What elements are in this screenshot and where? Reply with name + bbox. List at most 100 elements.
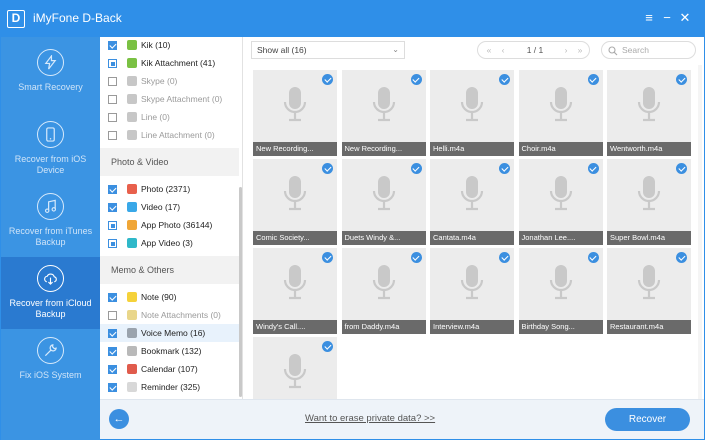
sidebar-item-icloud-backup[interactable]: Recover from iCloud Backup xyxy=(1,257,100,329)
tile-checkbox[interactable] xyxy=(499,163,510,174)
category-label: Reminder (325) xyxy=(141,382,201,392)
voice-memo-tile[interactable]: New Recording... xyxy=(341,70,426,156)
filter-dropdown[interactable]: Show all (16) ⌄ xyxy=(251,41,405,59)
tile-checkbox[interactable] xyxy=(676,163,687,174)
last-page-icon[interactable]: » xyxy=(574,42,586,58)
tile-filename: Cantata.m4a xyxy=(430,231,514,245)
category-row[interactable]: App Video (3) xyxy=(100,234,240,252)
category-row[interactable]: Voice Memo (16) xyxy=(100,324,240,342)
voice-memo-tile[interactable]: from Daddy.m4a xyxy=(341,248,426,334)
voice-memo-tile[interactable]: Super Bowl.m4a xyxy=(607,159,691,245)
tile-checkbox[interactable] xyxy=(499,74,510,85)
category-row[interactable]: Note (90) xyxy=(100,288,240,306)
category-row[interactable]: Bookmark (132) xyxy=(100,342,240,360)
category-icon xyxy=(127,130,137,140)
tile-checkbox[interactable] xyxy=(587,163,599,174)
voice-memo-tile[interactable]: Windy's Call.... xyxy=(253,248,337,334)
category-row[interactable]: Line Attachment (0) xyxy=(100,126,240,144)
voice-memo-tile[interactable]: Comic Society... xyxy=(253,159,337,245)
tile-checkbox[interactable] xyxy=(587,74,599,85)
category-checkbox[interactable] xyxy=(108,113,117,122)
voice-memo-tile[interactable]: New Recording... xyxy=(253,70,337,156)
category-label: Line (0) xyxy=(141,112,170,122)
sidebar-item-itunes-backup[interactable]: Recover from iTunes Backup xyxy=(1,185,100,257)
voice-memo-tile[interactable]: Cantata.m4a xyxy=(430,159,514,245)
category-row[interactable]: Skype (0) xyxy=(100,72,240,90)
voice-memo-tile[interactable]: Wentworth.m4a xyxy=(607,70,691,156)
category-icon xyxy=(127,364,137,374)
category-checkbox[interactable] xyxy=(108,185,117,194)
tile-checkbox[interactable] xyxy=(587,252,599,263)
category-scrollbar[interactable] xyxy=(239,187,242,397)
voice-memo-tile[interactable]: Jonathan Lee.... xyxy=(518,159,603,245)
category-icon xyxy=(127,112,137,122)
grid-scrollbar[interactable] xyxy=(698,65,702,399)
category-row[interactable]: Kik Attachment (41) xyxy=(100,54,240,72)
category-checkbox[interactable] xyxy=(108,329,117,338)
sidebar-item-smart-recovery[interactable]: Smart Recovery xyxy=(1,41,100,113)
category-label: App Video (3) xyxy=(141,238,193,248)
microphone-icon xyxy=(549,175,573,218)
erase-data-link[interactable]: Want to erase private data? >> xyxy=(305,413,435,424)
tile-checkbox[interactable] xyxy=(322,163,333,174)
menu-icon[interactable]: ≡ xyxy=(641,9,657,27)
category-icon xyxy=(127,382,137,392)
voice-memo-tile[interactable] xyxy=(253,337,337,399)
category-icon xyxy=(127,238,137,248)
tile-checkbox[interactable] xyxy=(410,74,422,85)
category-row[interactable]: App Photo (36144) xyxy=(100,216,240,234)
voice-memo-tile[interactable]: Helli.m4a xyxy=(430,70,514,156)
category-checkbox[interactable] xyxy=(108,347,117,356)
tile-checkbox[interactable] xyxy=(676,74,687,85)
tile-filename: Helli.m4a xyxy=(430,142,514,156)
first-page-icon[interactable]: « xyxy=(483,42,495,58)
prev-page-icon[interactable]: ‹ xyxy=(497,42,509,58)
category-row[interactable]: Reminder (325) xyxy=(100,378,240,396)
sidebar-item-fix-ios[interactable]: Fix iOS System xyxy=(1,329,100,401)
category-checkbox[interactable] xyxy=(108,293,117,302)
category-checkbox[interactable] xyxy=(108,203,117,212)
category-checkbox[interactable] xyxy=(108,131,117,140)
tile-checkbox[interactable] xyxy=(676,252,687,263)
voice-memo-tile[interactable]: Choir.m4a xyxy=(518,70,603,156)
back-button[interactable]: ← xyxy=(109,409,129,429)
category-row[interactable]: Note Attachments (0) xyxy=(100,306,240,324)
category-checkbox[interactable] xyxy=(108,239,117,248)
microphone-icon xyxy=(372,264,396,307)
tile-checkbox[interactable] xyxy=(499,252,510,263)
voice-memo-tile[interactable]: Birthday Song... xyxy=(518,248,603,334)
tile-checkbox[interactable] xyxy=(322,252,333,263)
category-row[interactable]: Line (0) xyxy=(100,108,240,126)
next-page-icon[interactable]: › xyxy=(560,42,572,58)
voice-memo-tile[interactable]: Interview.m4a xyxy=(430,248,514,334)
category-checkbox[interactable] xyxy=(108,311,117,320)
category-checkbox[interactable] xyxy=(108,383,117,392)
category-row[interactable]: Calendar (107) xyxy=(100,360,240,378)
tile-filename: Jonathan Lee.... xyxy=(518,231,603,245)
sidebar-item-ios-device[interactable]: Recover from iOS Device xyxy=(1,113,100,185)
category-row[interactable]: Photo (2371) xyxy=(100,180,240,198)
category-row[interactable]: Kik (10) xyxy=(100,37,240,54)
search-input[interactable]: Search xyxy=(601,41,696,59)
voice-memo-tile[interactable]: Restaurant.m4a xyxy=(607,248,691,334)
microphone-icon xyxy=(637,264,661,307)
tile-checkbox[interactable] xyxy=(322,341,333,352)
category-checkbox[interactable] xyxy=(108,95,117,104)
tile-checkbox[interactable] xyxy=(410,252,422,263)
category-checkbox[interactable] xyxy=(108,365,117,374)
tile-checkbox[interactable] xyxy=(322,74,333,85)
recover-button[interactable]: Recover xyxy=(605,408,690,431)
voice-memo-tile[interactable]: Duets Windy &... xyxy=(341,159,426,245)
close-button[interactable]: ✕ xyxy=(677,9,693,27)
microphone-icon xyxy=(460,175,484,218)
category-checkbox[interactable] xyxy=(108,221,117,230)
tile-checkbox[interactable] xyxy=(410,163,422,174)
app-title: iMyFone D-Back xyxy=(33,11,122,25)
category-checkbox[interactable] xyxy=(108,41,117,50)
category-checkbox[interactable] xyxy=(108,59,117,68)
minimize-button[interactable]: − xyxy=(659,9,675,27)
category-row[interactable]: Video (17) xyxy=(100,198,240,216)
app-window: D iMyFone D-Back ≡ − ✕ Smart Recovery Re… xyxy=(0,0,705,440)
category-checkbox[interactable] xyxy=(108,77,117,86)
category-row[interactable]: Skype Attachment (0) xyxy=(100,90,240,108)
